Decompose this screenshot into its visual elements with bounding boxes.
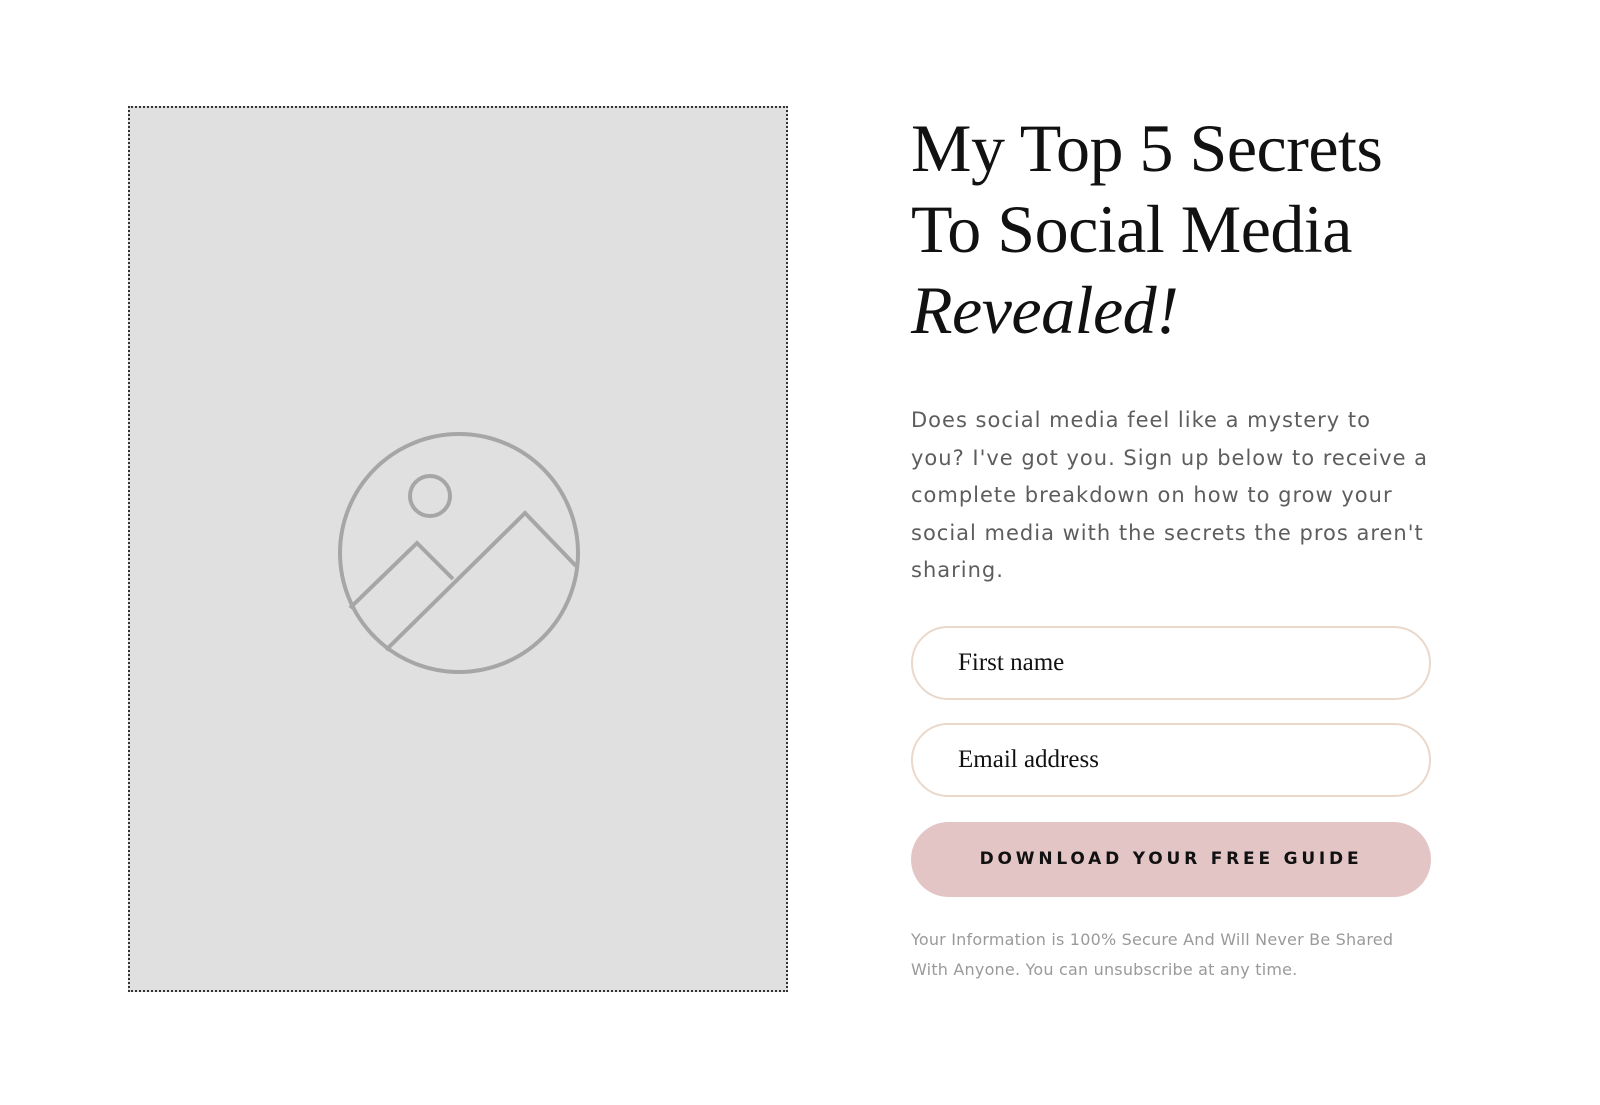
title-line-3: Revealed! [911,272,1179,348]
image-placeholder-icon [338,432,580,674]
description-text: Does social media feel like a mystery to… [911,408,1429,582]
image-placeholder [128,106,788,992]
privacy-disclaimer: Your Information is 100% Secure And Will… [911,929,1394,979]
title-line-1: My Top 5 Secrets [911,110,1383,186]
email-field[interactable] [911,722,1431,797]
page-title: My Top 5 Secrets To Social Media Reveale… [911,108,1431,351]
signup-form: DOWNLOAD YOUR FREE GUIDE [911,625,1431,897]
download-guide-button[interactable]: DOWNLOAD YOUR FREE GUIDE [911,821,1431,897]
optin-content: My Top 5 Secrets To Social Media Reveale… [911,108,1431,985]
first-name-field[interactable] [911,625,1431,700]
title-line-2: To Social Media [911,191,1352,267]
